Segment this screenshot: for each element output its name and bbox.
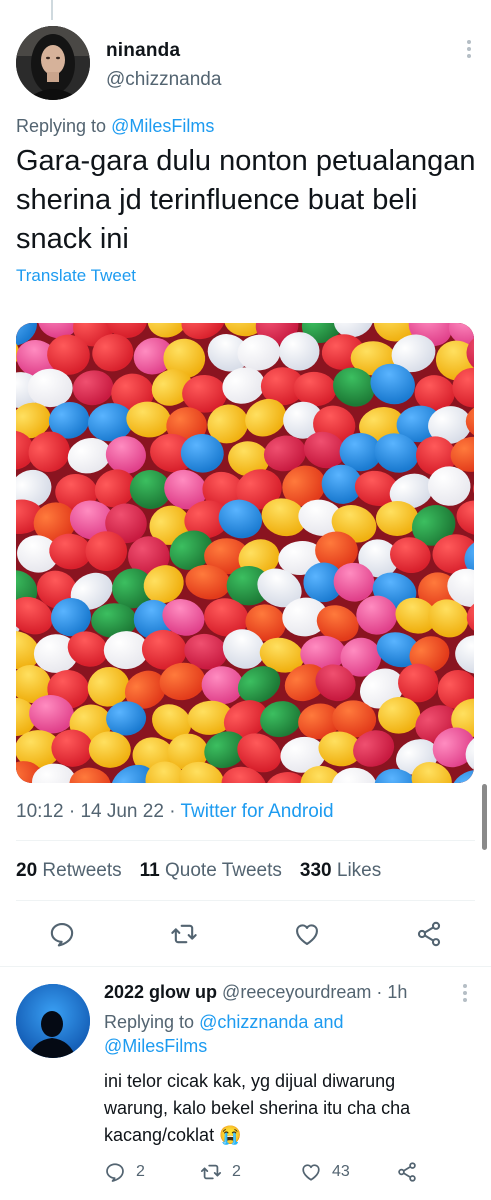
like-icon [296,924,318,945]
retweets-count: 20 [16,860,38,881]
author-handle[interactable]: @chizznanda [106,69,221,91]
more-options-icon[interactable] [463,40,475,62]
author-avatar[interactable] [16,26,90,100]
likes-count: 330 [299,860,332,881]
reply-button[interactable] [45,917,79,951]
divider [16,840,475,841]
reply-replying-to-line: Replying to @chizznanda and @MilesFilms [104,1010,404,1058]
quote-tweets-label: Quote Tweets [165,860,282,881]
tweet-time[interactable]: 10:12 [16,801,64,822]
reply-reply-count: 2 [136,1163,145,1180]
reply-reply-button[interactable]: 2 [104,1160,145,1184]
replying-and-word[interactable]: and [313,1012,343,1032]
retweets-stat[interactable]: 20 Retweets [16,860,122,882]
reply-author-name[interactable]: 2022 glow up [104,982,217,1002]
reply-like-button[interactable]: 43 [300,1160,350,1184]
author-name[interactable]: ninanda [106,40,180,62]
separator-dot: · [169,801,176,822]
reply-retweet-count: 2 [232,1163,241,1180]
tweet-action-bar [16,917,475,953]
reply-action-bar: 2 2 43 [104,1160,434,1184]
engagement-stats: 20 Retweets 11 Quote Tweets 330 Likes [16,860,381,882]
reply-icon [106,1163,124,1182]
reply-tweet[interactable]: 2022 glow up @reeceyourdream · 1h Replyi… [16,982,475,1192]
replying-prefix: Replying to [104,1012,195,1032]
like-icon [302,1164,320,1181]
replying-prefix: Replying to [16,116,107,136]
tweet-source-link[interactable]: Twitter for Android [180,801,333,822]
reply-icon [50,923,74,947]
share-icon [417,921,441,947]
reply-header: 2022 glow up @reeceyourdream · 1h [104,982,407,1003]
share-icon [398,1162,416,1182]
divider [16,900,475,901]
reply-share-button[interactable] [396,1160,418,1184]
reply-like-count: 43 [332,1163,350,1180]
replying-to-line: Replying to @MilesFilms [16,116,214,137]
replying-mention-link[interactable]: @chizznanda [199,1012,308,1032]
quote-tweets-stat[interactable]: 11 Quote Tweets [140,860,282,882]
reply-text: ini telor cicak kak, yg dijual diwarung … [104,1071,411,1145]
scrollbar-thumb[interactable] [482,784,487,850]
likes-label: Likes [336,860,382,881]
tweet-text: Gara-gara dulu nonton petualangan sherin… [16,145,476,255]
likes-stat[interactable]: 330 Likes [300,860,381,882]
reply-age[interactable]: 1h [387,982,407,1002]
quote-tweets-count: 11 [139,860,160,881]
tweet-date[interactable]: 14 Jun 22 [80,801,163,822]
share-button[interactable] [412,917,446,951]
reply-author-handle[interactable]: @reeceyourdream [222,982,371,1002]
reply-more-options-icon[interactable] [459,984,471,1006]
retweets-label: Retweets [42,860,122,881]
separator-dot: · [376,982,383,1002]
translate-tweet-link[interactable]: Translate Tweet [16,266,136,286]
tweet-header: ninanda @chizznanda [16,26,475,102]
tweet-photo[interactable] [16,323,474,783]
separator-dot: · [68,801,76,822]
retweet-button[interactable] [167,917,201,951]
thread-connector-line [51,0,53,20]
retweet-icon [171,924,197,944]
replying-mention-link[interactable]: @MilesFilms [104,1036,207,1056]
retweet-icon [200,1164,222,1180]
like-button[interactable] [290,917,324,951]
tweet-timestamp-line: 10:12 · 14 Jun 22 · Twitter for Android [16,801,334,823]
replying-mention-link[interactable]: @MilesFilms [111,116,214,136]
reply-author-avatar[interactable] [16,984,90,1058]
reply-retweet-button[interactable]: 2 [200,1160,241,1184]
divider [0,966,491,967]
